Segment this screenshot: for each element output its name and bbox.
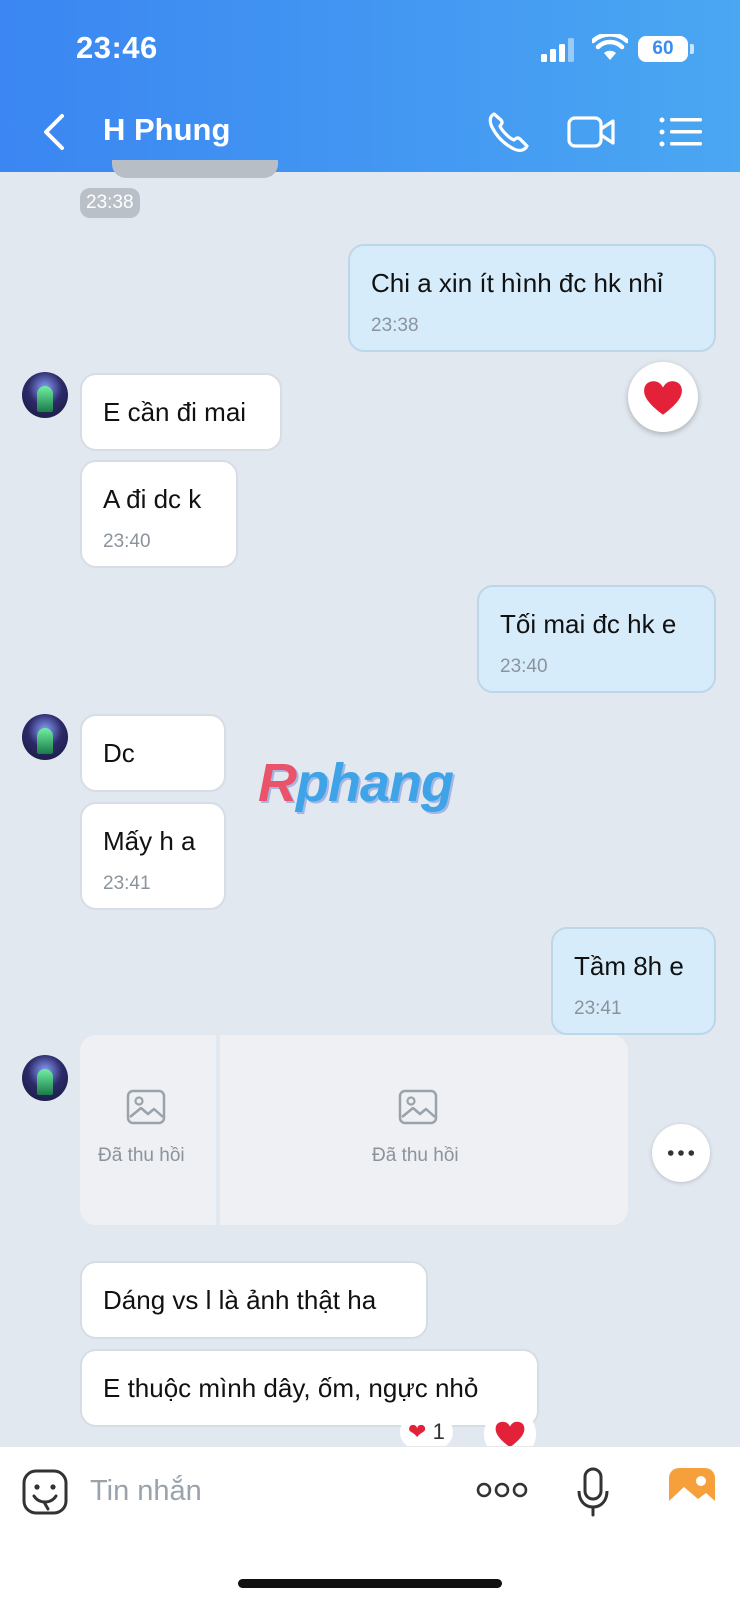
message-text: Chi a xin ít hình đc hk nhỉ xyxy=(371,268,663,298)
menu-list-icon[interactable] xyxy=(658,108,704,156)
microphone-icon[interactable] xyxy=(576,1467,610,1517)
recalled-images-group[interactable]: Đã thu hồi Đã thu hồi xyxy=(80,1035,628,1225)
gallery-icon[interactable] xyxy=(668,1467,716,1513)
message-bubble-incoming[interactable]: Mấy h a 23:41 xyxy=(80,802,226,910)
more-dots-icon xyxy=(667,1150,695,1156)
message-bubble-incoming[interactable]: A đi dc k 23:40 xyxy=(80,460,238,568)
message-bubble-outgoing[interactable]: Chi a xin ít hình đc hk nhỉ 23:38 xyxy=(348,244,716,352)
message-text: Mấy h a xyxy=(103,826,196,856)
heart-icon xyxy=(644,381,682,415)
emoji-sticker-icon[interactable] xyxy=(22,1469,68,1515)
message-bubble-outgoing[interactable]: Tối mai đc hk e 23:40 xyxy=(477,585,716,693)
chat-header: 23:46 60 H Phung xyxy=(0,0,740,172)
phone-icon[interactable] xyxy=(484,108,532,156)
message-time: 23:41 xyxy=(103,873,151,894)
home-indicator xyxy=(238,1579,502,1588)
recalled-label: Đã thu hồi xyxy=(98,1145,185,1166)
back-icon[interactable] xyxy=(40,112,70,152)
message-bubble-incoming[interactable]: Dc xyxy=(80,714,226,792)
message-input-bar: Tin nhắn xyxy=(0,1446,740,1600)
message-text: Dáng vs l là ảnh thật ha xyxy=(103,1285,377,1315)
heart-icon xyxy=(495,1421,525,1448)
reaction-summary[interactable]: ❤ 1 xyxy=(400,1415,453,1449)
wifi-icon xyxy=(592,34,628,60)
previous-bubble-fragment xyxy=(112,160,278,178)
message-time: 23:38 xyxy=(371,315,419,336)
more-dots-icon[interactable] xyxy=(476,1481,528,1499)
status-time: 23:46 xyxy=(76,30,158,65)
heart-icon: ❤ xyxy=(408,1419,427,1444)
image-placeholder-icon xyxy=(398,1089,438,1125)
avatar[interactable] xyxy=(22,714,68,760)
watermark-logo: Rphang xyxy=(258,753,454,813)
message-text: A đi dc k xyxy=(103,484,202,514)
more-options-button[interactable] xyxy=(652,1124,710,1182)
battery-indicator: 60 xyxy=(638,36,688,62)
message-bubble-incoming[interactable]: E thuộc mình dây, ốm, ngực nhỏ xyxy=(80,1349,539,1427)
signal-icon xyxy=(541,38,574,62)
avatar[interactable] xyxy=(22,1055,68,1101)
message-time: 23:40 xyxy=(500,656,548,677)
recalled-image-1[interactable]: Đã thu hồi xyxy=(80,1035,216,1225)
video-icon[interactable] xyxy=(566,108,616,156)
timestamp-badge: 23:38 xyxy=(80,188,140,218)
message-time: 23:41 xyxy=(574,998,622,1019)
avatar[interactable] xyxy=(22,372,68,418)
message-input[interactable]: Tin nhắn xyxy=(90,1475,202,1508)
reaction-count: 1 xyxy=(432,1419,445,1444)
message-text: E thuộc mình dây, ốm, ngực nhỏ xyxy=(103,1373,479,1403)
battery-tip xyxy=(690,44,694,54)
image-placeholder-icon xyxy=(126,1089,166,1125)
message-bubble-incoming[interactable]: Dáng vs l là ảnh thật ha xyxy=(80,1261,428,1339)
recalled-label: Đã thu hồi xyxy=(372,1145,459,1166)
message-text: E cần đi mai xyxy=(103,397,247,427)
message-bubble-incoming[interactable]: E cần đi mai xyxy=(80,373,282,451)
message-bubble-outgoing[interactable]: Tầm 8h e 23:41 xyxy=(551,927,716,1035)
message-text: Tầm 8h e xyxy=(574,951,684,981)
message-text: Tối mai đc hk e xyxy=(500,609,677,639)
message-time: 23:40 xyxy=(103,531,151,552)
heart-reaction-button[interactable] xyxy=(628,362,698,432)
recalled-image-2[interactable]: Đã thu hồi xyxy=(220,1035,628,1225)
contact-name[interactable]: H Phung xyxy=(103,112,230,148)
message-text: Dc xyxy=(103,738,135,768)
